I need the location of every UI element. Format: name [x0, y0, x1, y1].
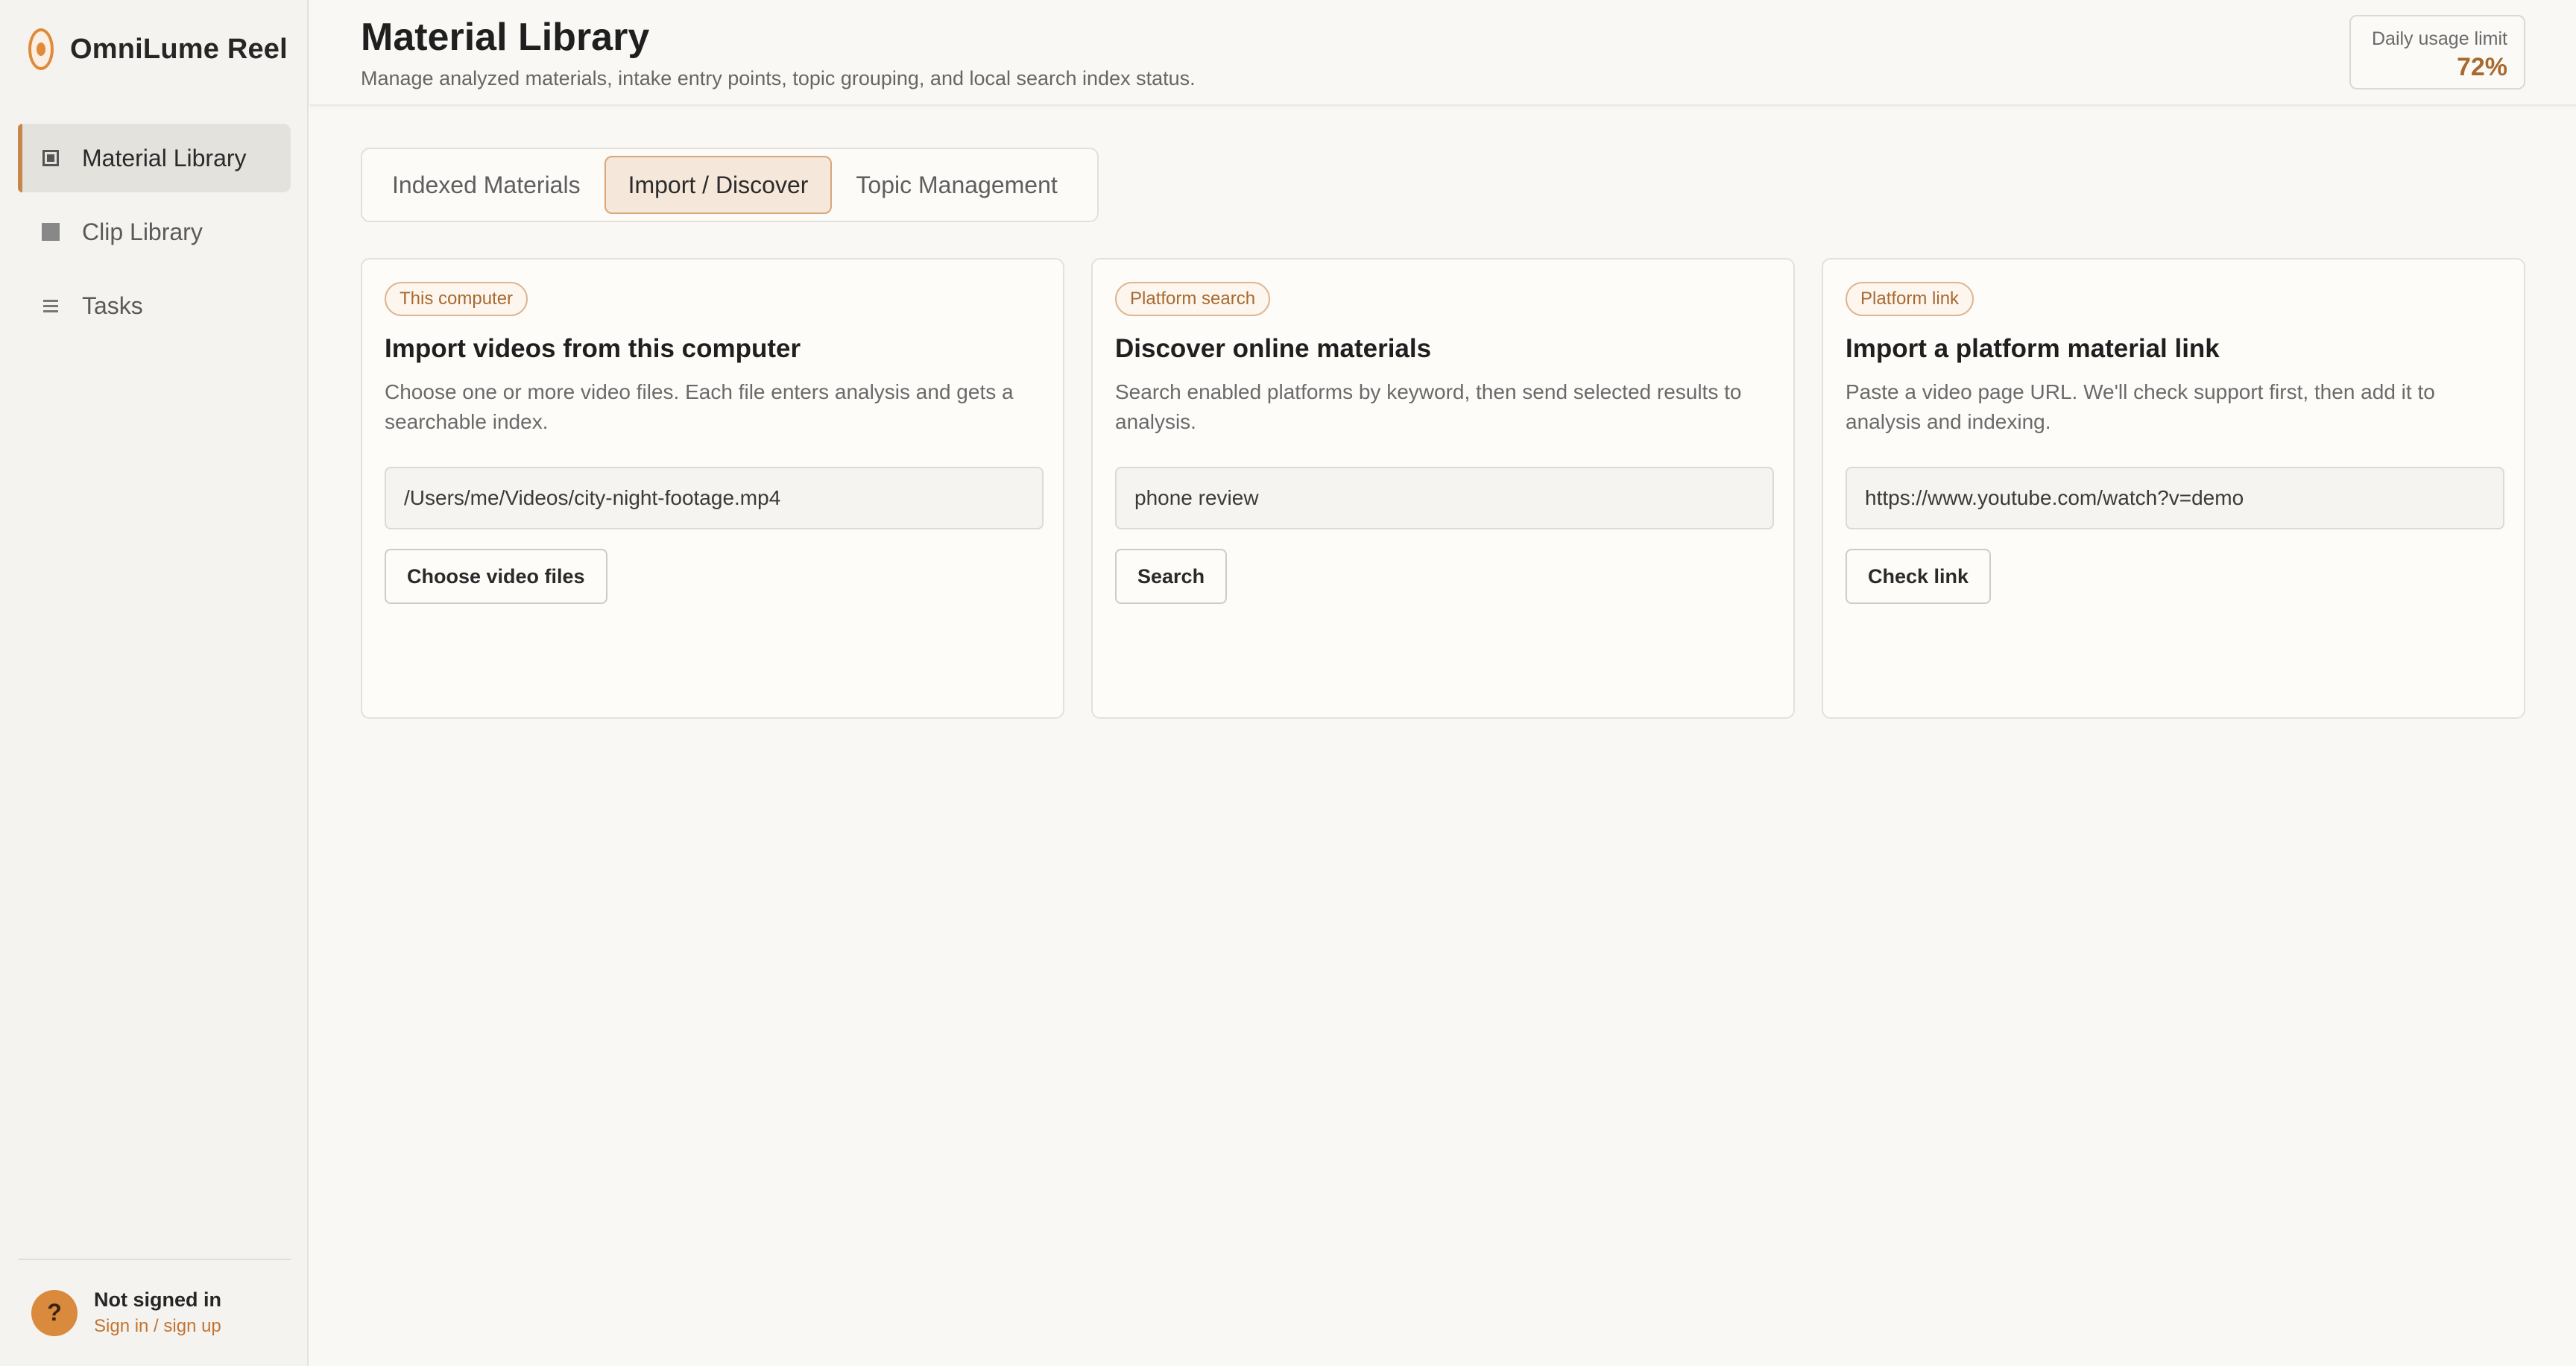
file-path-input[interactable] [385, 467, 1044, 529]
sidebar-nav: Material Library Clip Library Tasks [18, 124, 291, 345]
square-outline-icon [42, 149, 60, 167]
sidebar-item-tasks[interactable]: Tasks [18, 271, 291, 340]
card-description: Search enabled platforms by keyword, the… [1115, 380, 1742, 433]
sign-in-link[interactable]: Sign in / sign up [94, 1316, 221, 1337]
sidebar-item-clip-library[interactable]: Clip Library [18, 198, 291, 266]
sidebar-item-label: Tasks [82, 292, 143, 319]
tab-topic-management[interactable]: Topic Management [832, 156, 1081, 214]
card-description: Paste a video page URL. We'll check supp… [1846, 380, 2435, 433]
import-local-card: This computer Import videos from this co… [361, 258, 1064, 719]
list-icon [42, 297, 60, 315]
sidebar: OmniLume Reel Material Library Clip Libr… [0, 0, 309, 1366]
import-link-card: Platform link Import a platform material… [1822, 258, 2525, 719]
url-input[interactable] [1846, 467, 2504, 529]
avatar[interactable]: ? [31, 1289, 78, 1336]
user-status: Not signed in [94, 1288, 221, 1311]
user-panel: ? Not signed in Sign in / sign up [31, 1288, 221, 1337]
choose-video-files-button[interactable]: Choose video files [385, 549, 607, 604]
search-button[interactable]: Search [1115, 549, 1228, 604]
page-header: Material Library Manage analyzed materia… [310, 0, 2576, 106]
card-title: Import a platform material link [1846, 334, 2220, 363]
logo-icon [28, 28, 54, 70]
sidebar-item-label: Material Library [82, 144, 247, 171]
card-badge: Platform link [1846, 282, 1974, 316]
card-title: Discover online materials [1115, 334, 1432, 363]
page-subtitle: Manage analyzed materials, intake entry … [361, 67, 1196, 89]
card-badge: This computer [385, 282, 528, 316]
card-description: Choose one or more video files. Each fil… [385, 380, 1014, 433]
brand: OmniLume Reel [28, 28, 288, 70]
tab-indexed-materials[interactable]: Indexed Materials [368, 156, 604, 214]
square-filled-icon [42, 223, 60, 241]
page-title: Material Library [361, 16, 650, 59]
tab-import-discover[interactable]: Import / Discover [604, 156, 833, 214]
tab-bar: Indexed Materials Import / Discover Topi… [361, 148, 1099, 222]
check-link-button[interactable]: Check link [1846, 549, 1992, 604]
usage-limit-value: 72% [2456, 53, 2507, 81]
keyword-search-input[interactable] [1115, 467, 1774, 529]
sidebar-item-label: Clip Library [82, 218, 203, 245]
sidebar-item-material-library[interactable]: Material Library [18, 124, 291, 192]
app-name: OmniLume Reel [70, 33, 288, 65]
card-title: Import videos from this computer [385, 334, 801, 363]
sidebar-divider [18, 1259, 291, 1260]
discover-online-card: Platform search Discover online material… [1091, 258, 1795, 719]
usage-limit-label: Daily usage limit [2371, 28, 2507, 49]
usage-limit-badge: Daily usage limit 72% [2349, 15, 2525, 89]
card-badge: Platform search [1115, 282, 1271, 316]
